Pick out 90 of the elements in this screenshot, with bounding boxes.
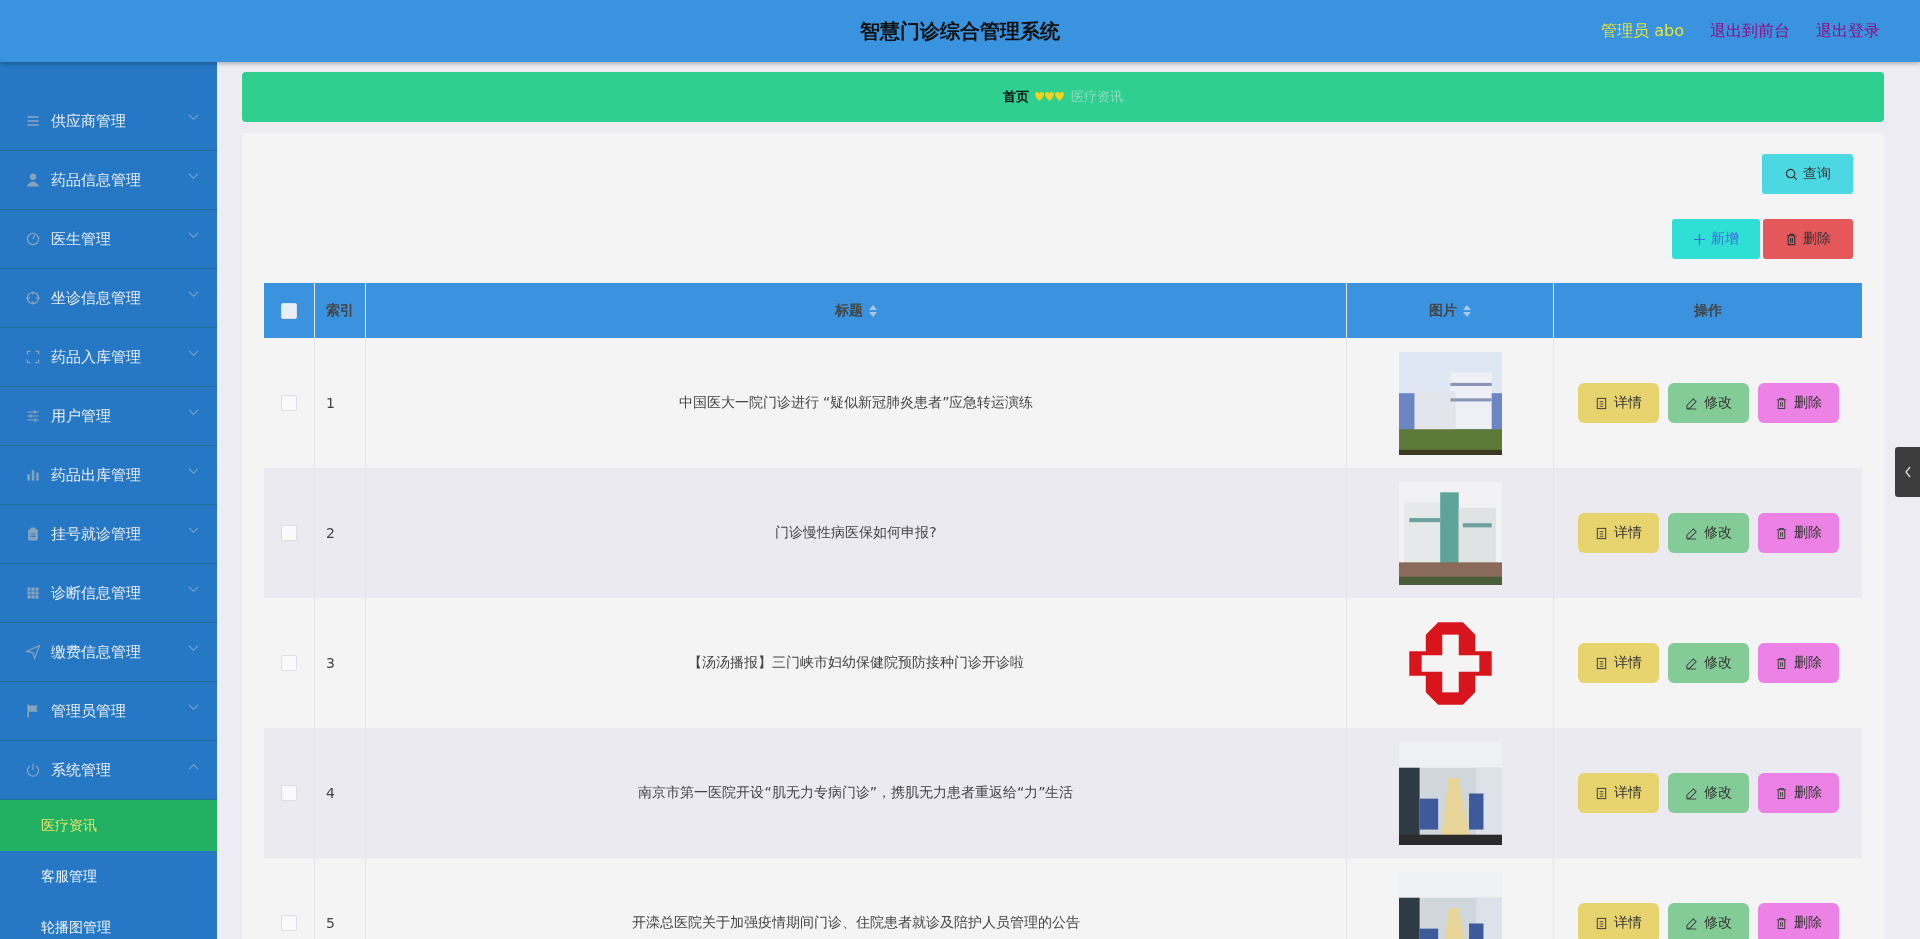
row-action-button[interactable]: 详情 bbox=[1577, 513, 1659, 553]
sort-icon[interactable] bbox=[1463, 304, 1471, 317]
trash-icon bbox=[1774, 396, 1788, 410]
power-icon bbox=[25, 762, 41, 778]
user-label: 管理员 abo bbox=[1601, 20, 1684, 42]
pencil-icon bbox=[1684, 786, 1698, 800]
index-cell: 4 bbox=[326, 785, 335, 801]
list-icon bbox=[25, 113, 41, 129]
column-header[interactable]: 操作 bbox=[1554, 283, 1862, 338]
breadcrumb-home[interactable]: 首页 bbox=[1003, 88, 1029, 106]
menu-item[interactable]: 药品信息管理 bbox=[0, 151, 217, 210]
menu-item[interactable]: 供应商管理 bbox=[0, 92, 217, 151]
trash-icon bbox=[1774, 786, 1788, 800]
header-link[interactable]: 退出到前台 bbox=[1710, 20, 1790, 42]
row-checkbox[interactable] bbox=[281, 785, 297, 801]
grid-icon bbox=[25, 585, 41, 601]
trash-icon bbox=[1774, 526, 1788, 540]
row-action-button[interactable]: 详情 bbox=[1577, 383, 1659, 423]
trash-icon bbox=[1774, 916, 1788, 930]
flag-icon bbox=[25, 703, 41, 719]
row-action-button[interactable]: 删除 bbox=[1757, 513, 1839, 553]
row-action-button[interactable]: 修改 bbox=[1667, 773, 1749, 813]
index-cell: 2 bbox=[326, 525, 335, 541]
delete-button[interactable]: 删除 bbox=[1763, 219, 1853, 259]
row-action-button[interactable]: 修改 bbox=[1667, 903, 1749, 939]
submenu-item[interactable]: 轮播图管理 bbox=[0, 902, 217, 939]
trash-icon bbox=[1785, 232, 1798, 246]
document-icon bbox=[1594, 656, 1608, 670]
document-icon bbox=[1594, 526, 1608, 540]
menu-item[interactable]: 药品入库管理 bbox=[0, 328, 217, 387]
menu-item[interactable]: 缴费信息管理 bbox=[0, 623, 217, 682]
row-action-button[interactable]: 详情 bbox=[1577, 903, 1659, 939]
index-cell: 1 bbox=[326, 395, 335, 411]
row-action-button[interactable]: 详情 bbox=[1577, 773, 1659, 813]
document-icon bbox=[1594, 396, 1608, 410]
crosshair-icon bbox=[25, 290, 41, 306]
menu-item[interactable]: 管理员管理 bbox=[0, 682, 217, 741]
menu-item[interactable]: 坐诊信息管理 bbox=[0, 269, 217, 328]
menu-item[interactable]: 医生管理 bbox=[0, 210, 217, 269]
user-icon bbox=[25, 172, 41, 188]
row-action-button[interactable]: 详情 bbox=[1577, 643, 1659, 683]
select-all-checkbox[interactable] bbox=[281, 302, 297, 319]
plus-icon bbox=[1693, 232, 1706, 246]
document-icon bbox=[1594, 786, 1608, 800]
header-link[interactable]: 退出登录 bbox=[1816, 20, 1880, 42]
submenu-item[interactable]: 医疗资讯 bbox=[0, 800, 217, 851]
send-icon bbox=[25, 644, 41, 660]
clipboard-icon bbox=[25, 526, 41, 542]
frame-icon bbox=[25, 349, 41, 365]
row-action-button[interactable]: 删除 bbox=[1757, 773, 1839, 813]
row-checkbox[interactable] bbox=[281, 395, 297, 411]
title-cell: 开滦总医院关于加强疫情期间门诊、住院患者就诊及陪护人员管理的公告 bbox=[632, 914, 1080, 932]
title-cell: 中国医大一院门诊进行 “疑似新冠肺炎患者”应急转运演练 bbox=[678, 394, 1034, 412]
sort-icon[interactable] bbox=[869, 304, 877, 317]
title-cell: 南京市第一医院开设“肌无力专病门诊”，携肌无力患者重返给“力”生活 bbox=[638, 784, 1074, 802]
title-cell: 【汤汤播报】三门峡市妇幼保健院预防接种门诊开诊啦 bbox=[688, 654, 1024, 672]
submenu-item[interactable]: 客服管理 bbox=[0, 851, 217, 902]
app-title: 智慧门诊综合管理系统 bbox=[860, 17, 1060, 45]
title-cell: 门诊慢性病医保如何申报? bbox=[775, 524, 937, 542]
row-checkbox[interactable] bbox=[281, 655, 297, 671]
menu-item[interactable]: 药品出库管理 bbox=[0, 446, 217, 505]
index-cell: 5 bbox=[326, 915, 335, 931]
row-action-button[interactable]: 修改 bbox=[1667, 513, 1749, 553]
index-cell: 3 bbox=[326, 655, 335, 671]
pencil-icon bbox=[1684, 916, 1698, 930]
breadcrumb-current: 医疗资讯 bbox=[1071, 88, 1123, 106]
document-icon bbox=[1594, 916, 1608, 930]
chevron-left-icon bbox=[1903, 466, 1912, 478]
bar-chart-icon bbox=[25, 467, 41, 483]
search-icon bbox=[1784, 167, 1798, 181]
row-action-button[interactable]: 删除 bbox=[1757, 383, 1839, 423]
pencil-icon bbox=[1684, 526, 1698, 540]
row-action-button[interactable]: 删除 bbox=[1757, 903, 1839, 939]
trash-icon bbox=[1774, 656, 1788, 670]
row-action-button[interactable]: 修改 bbox=[1667, 643, 1749, 683]
menu-item[interactable]: 诊断信息管理 bbox=[0, 564, 217, 623]
add-button[interactable]: 新增 bbox=[1672, 219, 1760, 259]
collapse-handle[interactable] bbox=[1895, 447, 1920, 497]
menu-item[interactable]: 挂号就诊管理 bbox=[0, 505, 217, 564]
hearts-icon bbox=[1035, 92, 1065, 102]
pencil-icon bbox=[1684, 396, 1698, 410]
pencil-icon bbox=[1684, 656, 1698, 670]
sliders-icon bbox=[25, 408, 41, 424]
search-button[interactable]: 查询 bbox=[1762, 154, 1853, 194]
row-action-button[interactable]: 修改 bbox=[1667, 383, 1749, 423]
row-checkbox[interactable] bbox=[281, 525, 297, 541]
gauge-icon bbox=[25, 231, 41, 247]
row-checkbox[interactable] bbox=[281, 915, 297, 931]
row-action-button[interactable]: 删除 bbox=[1757, 643, 1839, 683]
menu-item[interactable]: 用户管理 bbox=[0, 387, 217, 446]
